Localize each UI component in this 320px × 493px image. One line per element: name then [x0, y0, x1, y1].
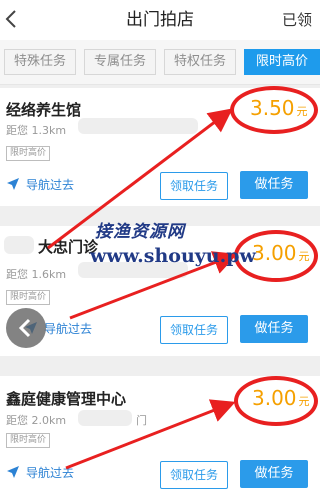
- watermark-site-name: 接渔资源网: [95, 222, 185, 242]
- watermark-url: www.shouyu.pw: [90, 245, 256, 267]
- arrow-line: [65, 399, 236, 470]
